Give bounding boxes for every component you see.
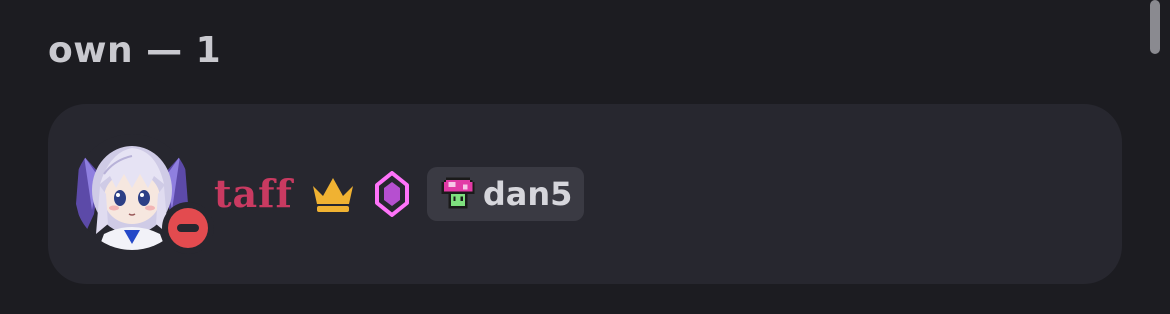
dnd-status-bar [177,224,199,232]
crown-icon [312,178,353,212]
guild-tag[interactable]: dan5 [426,167,585,221]
member-name-row: taff dan5 [214,166,585,222]
guild-tag-label: dan5 [482,175,573,213]
avatar-container[interactable] [74,134,214,256]
mushroom-icon [441,177,475,209]
status-badge [162,202,214,254]
dnd-status-icon [168,208,208,248]
username[interactable]: taff [214,175,293,213]
scrollbar[interactable] [1142,0,1170,314]
nitro-boost-icon[interactable] [374,171,409,217]
member-list-panel: own — 1 taff dan5 [0,0,1170,314]
scrollbar-thumb[interactable] [1150,0,1160,54]
section-header: own — 1 [48,30,222,71]
member-list-item[interactable]: taff dan5 [48,104,1122,284]
